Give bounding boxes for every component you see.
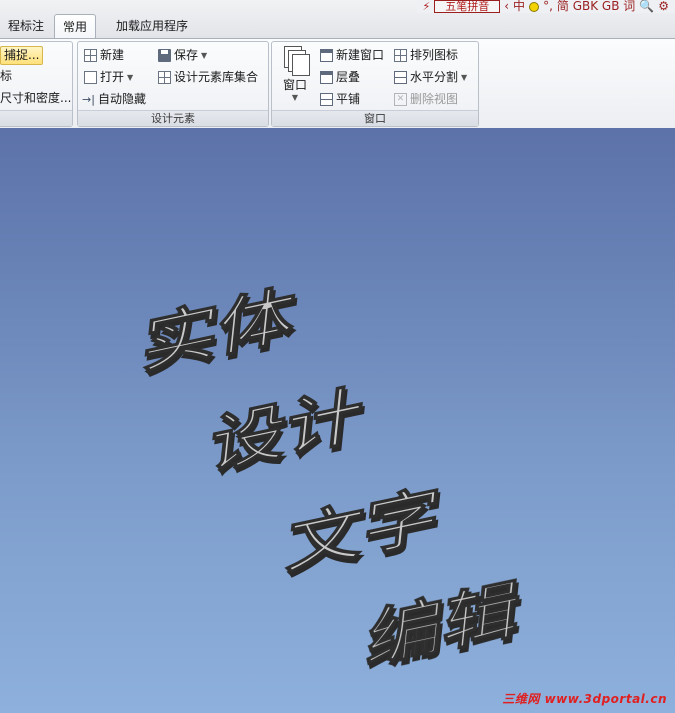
open-icon [84, 71, 97, 84]
solid-text-scene: 实体 设计 文字 编辑 [138, 276, 525, 679]
solid-text-line-2: 设计 [206, 377, 366, 483]
new-window-icon [320, 49, 333, 62]
cascade-button[interactable]: 层叠 [320, 68, 360, 87]
windows-icon [282, 46, 310, 76]
group-label-window: 窗口 [272, 110, 478, 126]
tile-icon [320, 93, 333, 106]
search-icon[interactable]: 🔍 [639, 0, 654, 13]
3d-viewport[interactable]: 实体 设计 文字 编辑 三维网 www.3dportal.cn [0, 128, 675, 713]
pin-icon: →| [82, 93, 95, 106]
ribbon-tab-strip: 程标注 常用 加载应用程序 ⚡ 五笔拼音 ‹ 中 °, 简 GBK GB 词 🔍… [0, 0, 675, 38]
watermark-url: www.3dportal.cn [544, 692, 667, 706]
arrange-icon [394, 49, 407, 62]
tab-annotate[interactable]: 程标注 [0, 14, 52, 38]
catalog-button[interactable]: 设计元素库集合 [158, 68, 258, 87]
ime-status-bar: ⚡ 五笔拼音 ‹ 中 °, 简 GBK GB 词 🔍 ⚙ [416, 0, 675, 13]
ime-extra[interactable]: 简 GBK GB 词 [557, 0, 635, 13]
chevron-down-icon: ▼ [201, 51, 208, 60]
dimension-density-button[interactable]: 尺寸和密度... [0, 89, 71, 108]
save-icon [158, 49, 171, 62]
solid-text-line-1: 实体 [138, 277, 299, 384]
delete-view-button[interactable]: ✕ 删除视图 [394, 90, 458, 109]
grid-icon [84, 49, 97, 62]
partial-item-2[interactable]: 标 [0, 67, 12, 86]
tile-button[interactable]: 平铺 [320, 90, 360, 109]
settings-icon[interactable]: ⚙ [658, 0, 669, 13]
split-icon [394, 71, 407, 84]
solid-text-line-3: 文字 [283, 477, 443, 583]
ime-logo-icon[interactable]: ⚡ [423, 0, 431, 13]
new-button[interactable]: 新建 [84, 46, 124, 65]
punctuation-icon[interactable]: °, [543, 0, 553, 13]
tab-common[interactable]: 常用 [54, 14, 97, 38]
ime-language[interactable]: 中 [513, 0, 525, 13]
tab-addins[interactable]: 加载应用程序 [108, 14, 196, 38]
open-button[interactable]: 打开 ▼ [84, 68, 133, 87]
watermark: 三维网 www.3dportal.cn [502, 690, 667, 707]
save-button[interactable]: 保存 ▼ [158, 46, 207, 65]
half-width-icon[interactable] [529, 1, 540, 12]
chevron-down-icon: ▼ [461, 73, 468, 82]
ime-bracket-icon: ‹ [504, 0, 510, 13]
new-window-button[interactable]: 新建窗口 [320, 46, 384, 65]
ribbon-group-partial: 捕捉... 标 尺寸和密度... [0, 41, 73, 127]
group-label-design-elements: 设计元素 [78, 110, 268, 126]
snap-button[interactable]: 捕捉... [0, 46, 44, 65]
horizontal-split-button[interactable]: 水平分割 ▼ [394, 68, 467, 87]
cascade-icon [320, 71, 333, 84]
ribbon-group-design-elements: 新建 保存 ▼ 打开 ▼ 设计元素库集合 →| 自动隐藏 设计元素 [77, 41, 269, 127]
library-icon [158, 71, 171, 84]
arrange-icons-button[interactable]: 排列图标 [394, 46, 458, 65]
group-label-partial [0, 110, 72, 126]
chevron-down-icon: ▼ [127, 73, 134, 82]
ime-mode[interactable]: 五笔拼音 [434, 0, 501, 13]
delete-view-icon: ✕ [394, 93, 407, 106]
solid-text-line-4: 编辑 [363, 572, 523, 678]
window-button[interactable]: 窗口 ▼ [278, 46, 312, 106]
watermark-cn: 三维网 [502, 692, 540, 706]
ribbon-group-window: 窗口 ▼ 新建窗口 排列图标 层叠 水平分割 ▼ 平铺 ✕ 删除视图 窗口 [271, 41, 479, 127]
ribbon: 捕捉... 标 尺寸和密度... 新建 保存 ▼ 打开 ▼ 设计元素库集合 →|… [0, 38, 675, 129]
chevron-down-icon: ▼ [291, 93, 299, 102]
autohide-button[interactable]: →| 自动隐藏 [82, 90, 146, 109]
